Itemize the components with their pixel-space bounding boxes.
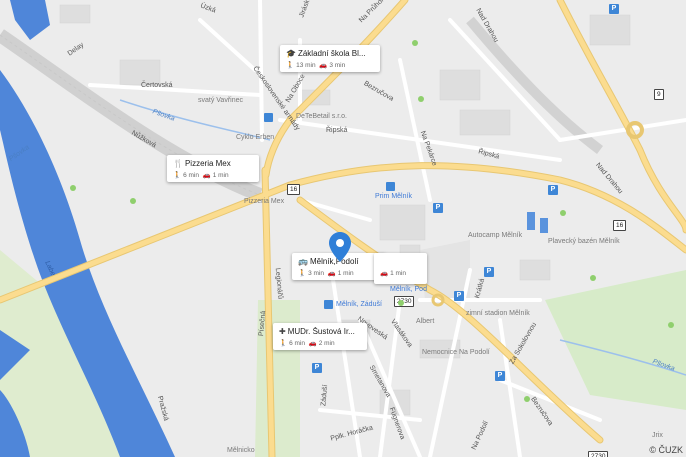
- medical-cross-icon: ✚: [279, 327, 286, 336]
- poi-label: Albert: [416, 318, 435, 325]
- poi-label: zimní stadion Mělník: [466, 310, 530, 317]
- walk-time: 6 min: [289, 340, 305, 347]
- place-card-title: MUDr. Šustová Ir...: [287, 327, 355, 336]
- bus-stop-icon[interactable]: [386, 182, 395, 191]
- poi-label: Jrix: [652, 432, 663, 439]
- walk-icon: 🚶: [286, 62, 295, 69]
- place-card-extra[interactable]: 🚗 1 min: [374, 253, 427, 284]
- poi-label: Plavecký bazén Mělník: [548, 238, 620, 245]
- road-shield-2730: 2730: [588, 451, 609, 457]
- park-icon: [590, 275, 596, 281]
- place-card-zakladni-skola[interactable]: 🎓 Základní škola Bl... 🚶 13 min 🚗 3 min: [280, 45, 380, 72]
- park-icon: [560, 210, 566, 216]
- road-shield-16: 16: [287, 184, 301, 195]
- car-icon: 🚗: [327, 270, 336, 277]
- walk-time: 3 min: [308, 270, 324, 277]
- poi-label: Autocamp Mělník: [468, 232, 523, 239]
- walk-icon: 🚶: [279, 340, 288, 347]
- car-time: 1 min: [337, 270, 354, 277]
- poi-label: Cyklo Erben: [236, 134, 275, 141]
- poi-label: Mělník, Záduší: [336, 301, 382, 308]
- poi-label: svatý Vavřinec: [198, 97, 243, 104]
- road-shield-16: 16: [613, 220, 627, 231]
- car-time: 1 min: [212, 172, 229, 179]
- graduation-cap-icon: 🎓: [286, 49, 296, 58]
- park-icon: [668, 322, 674, 328]
- bus-stop-icon[interactable]: [264, 113, 273, 122]
- poi-label: Prim Mělník: [375, 193, 412, 200]
- place-card-pizzeria[interactable]: 🍴 Pizzeria Mex 🚶 6 min 🚗 1 min: [167, 155, 259, 182]
- place-card-mudr[interactable]: ✚ MUDr. Šustová Ir... 🚶 6 min 🚗 2 min: [273, 323, 367, 350]
- walk-time: 6 min: [183, 172, 199, 179]
- car-icon: 🚗: [380, 270, 389, 277]
- parking-icon[interactable]: P: [484, 267, 494, 277]
- car-time: 2 min: [318, 340, 335, 347]
- road-shield-9: 9: [654, 89, 664, 100]
- map-view[interactable]: 16 16 9 2730 2730 Delay Čertovská Nůžkov…: [0, 0, 686, 457]
- parking-icon[interactable]: P: [433, 203, 443, 213]
- walk-icon: 🚶: [173, 172, 182, 179]
- bus-icon: 🚌: [298, 257, 308, 266]
- parking-icon[interactable]: P: [312, 363, 322, 373]
- poi-label: Mělník, Pod: [390, 286, 427, 293]
- park-icon: [524, 396, 530, 402]
- poi-label: Nemocnice Na Podolí: [422, 349, 490, 356]
- location-pin-icon[interactable]: [329, 232, 351, 262]
- parking-icon[interactable]: P: [454, 291, 464, 301]
- park-icon: [418, 96, 424, 102]
- restaurant-icon: 🍴: [173, 159, 183, 168]
- park-icon: [398, 300, 404, 306]
- poi-label: DeTeBetail s.r.o.: [296, 113, 347, 120]
- street-label: Řipská: [326, 127, 348, 134]
- park-icon: [70, 185, 76, 191]
- poi-label: Pizzeria Mex: [244, 198, 285, 205]
- car-icon: 🚗: [202, 172, 211, 179]
- parking-icon[interactable]: P: [495, 371, 505, 381]
- walk-time: 13 min: [296, 62, 316, 69]
- place-card-title: Základní škola Bl...: [297, 49, 366, 58]
- poi-label: Mělnicko: [227, 447, 255, 454]
- street-label: Čertovská: [141, 82, 173, 89]
- place-card-title: Pizzeria Mex: [184, 159, 231, 168]
- park-icon: [412, 40, 418, 46]
- walk-icon: 🚶: [298, 270, 307, 277]
- bus-stop-icon[interactable]: [324, 300, 333, 309]
- car-icon: 🚗: [319, 62, 328, 69]
- parking-icon[interactable]: P: [548, 185, 558, 195]
- map-attribution: © ČUZK: [649, 445, 683, 455]
- car-icon: 🚗: [308, 340, 317, 347]
- car-time: 3 min: [329, 62, 346, 69]
- parking-icon[interactable]: P: [609, 4, 619, 14]
- park-icon: [130, 198, 136, 204]
- car-time: 1 min: [390, 270, 406, 277]
